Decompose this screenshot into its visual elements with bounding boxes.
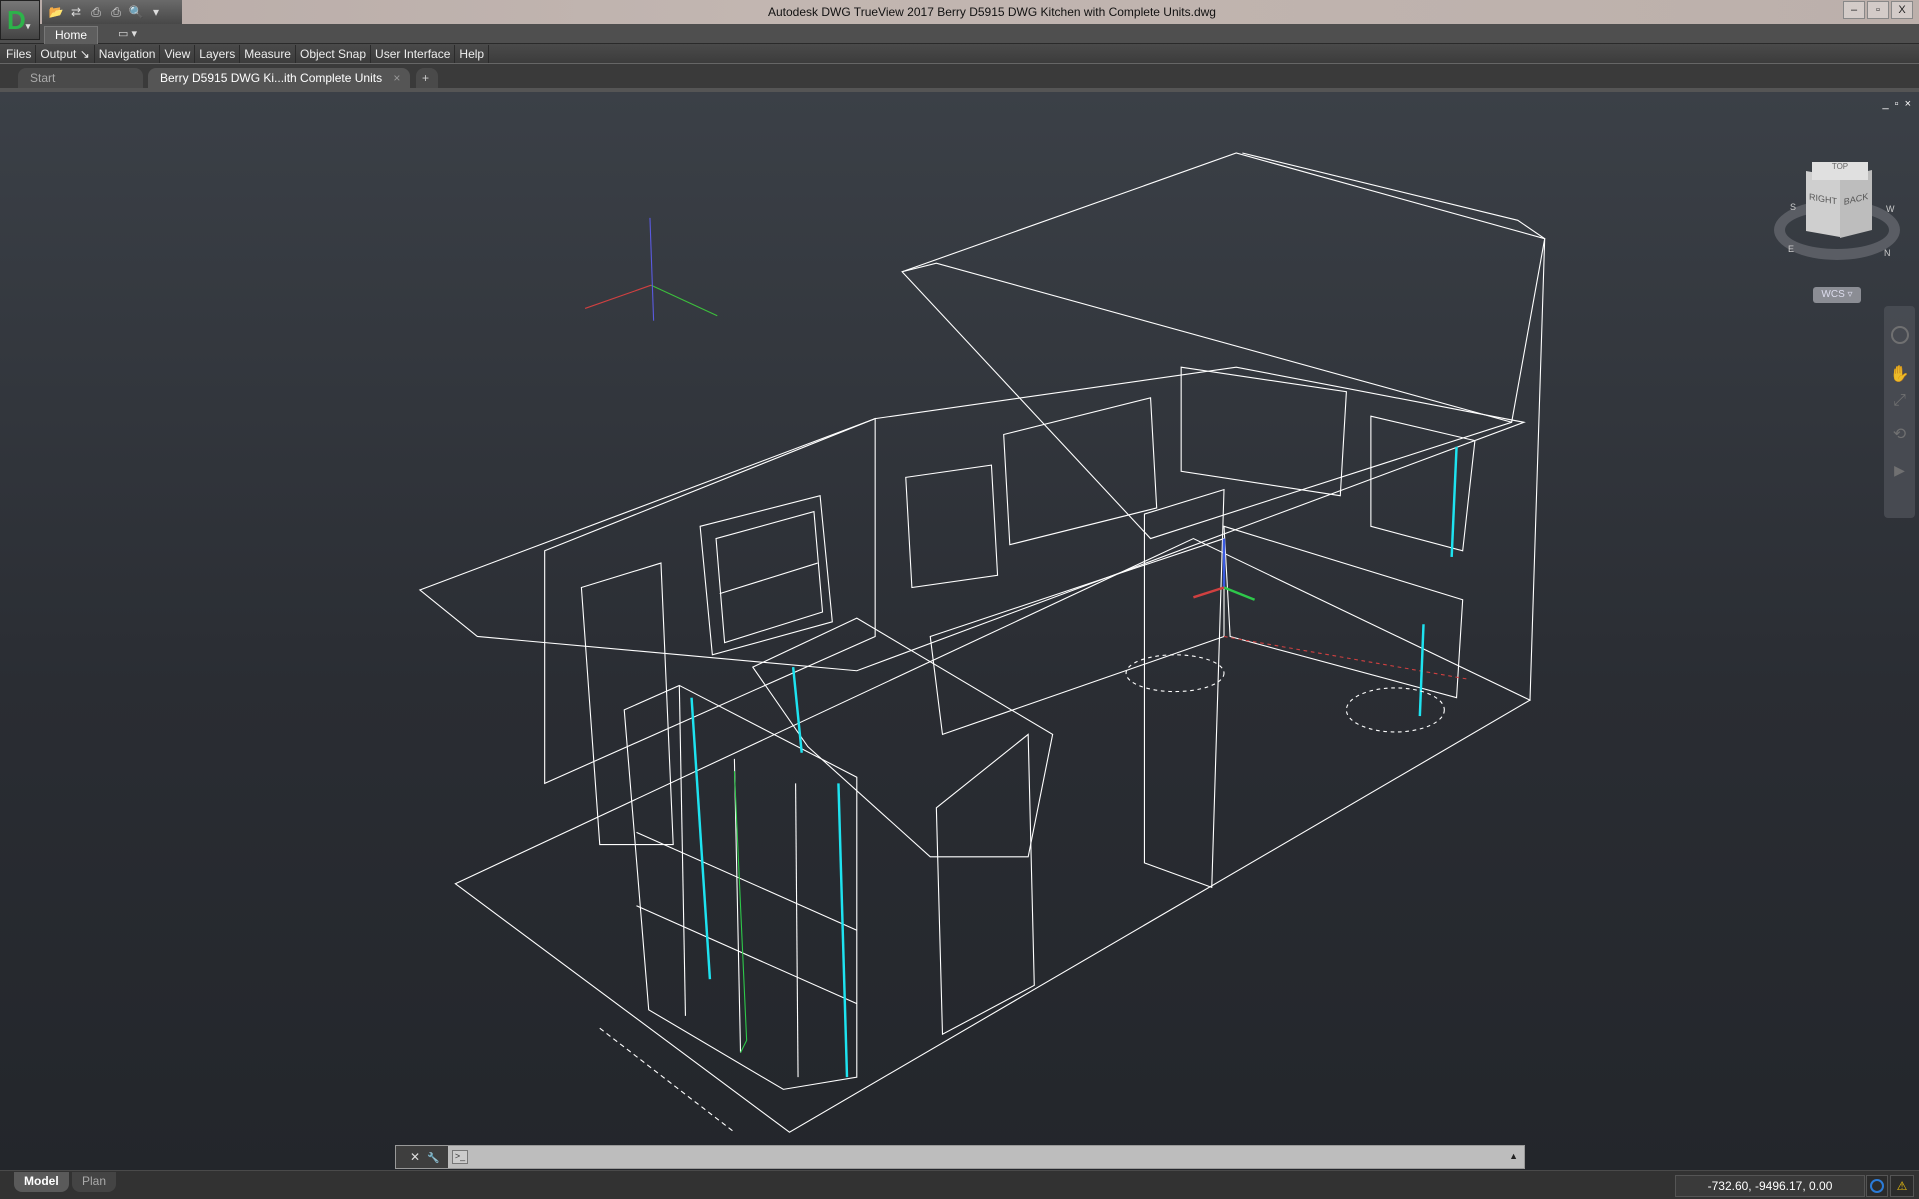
zoom-extents-icon[interactable]: ⤢: [1884, 392, 1915, 410]
navigation-bar: ✋ ⤢ ⟲ ▶: [1884, 306, 1915, 518]
steering-wheel-icon[interactable]: [1890, 326, 1909, 344]
command-line[interactable]: ✕ 🔧 >_ ▲: [395, 1145, 1525, 1169]
floor: [454, 537, 1532, 1133]
compass-s: S: [1790, 202, 1797, 212]
cube-face-right[interactable]: RIGHT: [1806, 171, 1840, 237]
window-back: [1003, 397, 1158, 546]
kitchen-wireframe-model: [418, 152, 1546, 1133]
trust-warning-icon[interactable]: ⚠: [1890, 1175, 1914, 1197]
pan-icon[interactable]: ✋: [1884, 364, 1915, 384]
tab-plan[interactable]: Plan: [72, 1172, 117, 1192]
compass-e: E: [1788, 244, 1795, 254]
customize-icon[interactable]: 🔧: [427, 1153, 439, 1164]
left-wall: [544, 417, 876, 785]
window-left: [699, 495, 833, 656]
cube-face-top[interactable]: TOP: [1812, 162, 1868, 180]
annotation-monitor-icon[interactable]: [1866, 1175, 1888, 1197]
wall-cabinet-left: [905, 464, 999, 589]
application-menu-button[interactable]: D▾: [0, 0, 40, 40]
back-wall: [901, 152, 1546, 540]
close-command-line-icon[interactable]: ✕: [410, 1150, 420, 1164]
ucs-icon: [584, 217, 718, 321]
coordinates-readout[interactable]: -732.60, -9496.17, 0.00: [1675, 1175, 1865, 1197]
ucs-menu-button[interactable]: WCS ▿: [1813, 287, 1861, 303]
command-history-arrow[interactable]: ▲: [1509, 1151, 1518, 1161]
app-logo: D: [7, 5, 26, 35]
ceiling-plane: [418, 366, 1526, 672]
orbit-icon[interactable]: ⟲: [1884, 424, 1915, 444]
compass-n: N: [1884, 248, 1891, 258]
compass-w: W: [1886, 204, 1895, 214]
showmotion-icon[interactable]: ▶: [1884, 462, 1915, 479]
tab-model[interactable]: Model: [14, 1172, 69, 1192]
status-bar: Model Plan -732.60, -9496.17, 0.00 ⚠: [0, 1170, 1919, 1199]
wall-cabinet-right: [1370, 415, 1476, 552]
wall-cabinet-corner: [1180, 366, 1347, 497]
cube-face-back[interactable]: BACK: [1840, 170, 1872, 238]
door: [580, 562, 674, 846]
base-cabinets-back: [929, 537, 1225, 736]
viewcube[interactable]: RIGHT BACK TOP S W E N: [1772, 162, 1902, 272]
command-prompt-icon[interactable]: >_: [452, 1150, 468, 1164]
